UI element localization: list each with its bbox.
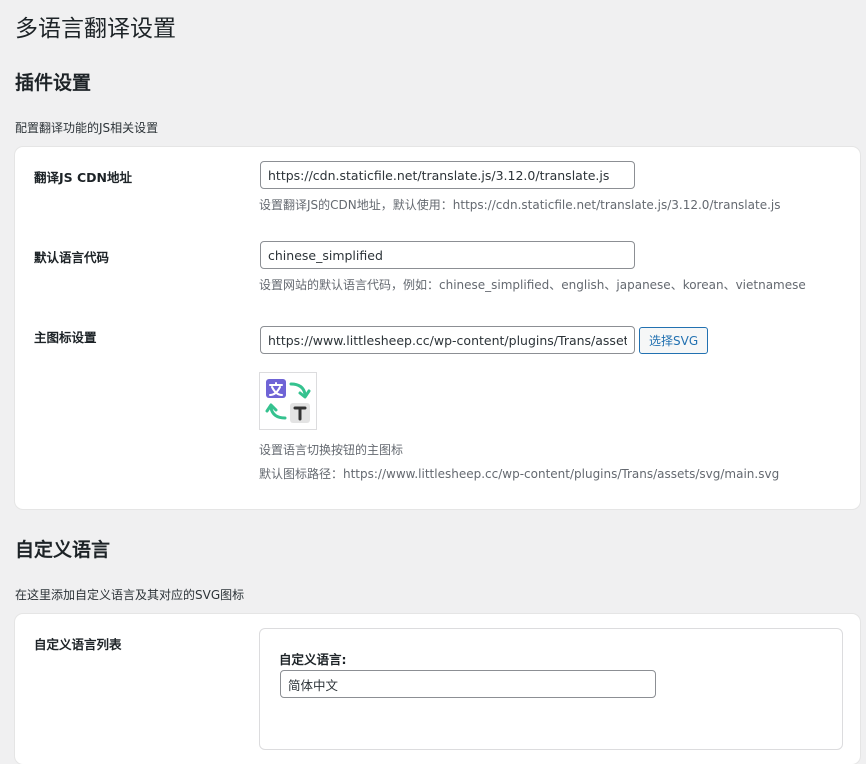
main-icon-label: 主图标设置 [34, 330, 97, 345]
cdn-url-input[interactable] [260, 161, 635, 189]
custom-languages-description: 在这里添加自定义语言及其对应的SVG图标 [15, 588, 245, 602]
main-icon-help-text: 设置语言切换按钮的主图标 [259, 443, 404, 457]
select-svg-button[interactable]: 选择SVG [639, 327, 709, 354]
default-icon-path-text: 默认图标路径：https://www.littlesheep.cc/wp-con… [259, 467, 780, 481]
custom-language-name-label: 自定义语言: [279, 652, 347, 667]
main-icon-url-input[interactable] [260, 326, 635, 354]
plugin-settings-card: 翻译JS CDN地址 设置翻译JS的CDN地址，默认使用：https://cdn… [15, 147, 860, 509]
default-language-help-text: 设置网站的默认语言代码，例如：chinese_simplified、englis… [259, 278, 806, 292]
translate-icon [265, 379, 311, 423]
page-title: 多语言翻译设置 [15, 16, 176, 42]
custom-language-list-label: 自定义语言列表 [34, 637, 122, 652]
custom-language-name-input[interactable] [280, 670, 656, 698]
main-icon-preview [259, 372, 317, 430]
plugin-settings-description: 配置翻译功能的JS相关设置 [15, 121, 159, 135]
custom-languages-card: 自定义语言列表 自定义语言: [15, 614, 860, 764]
default-language-label: 默认语言代码 [34, 250, 110, 265]
default-language-input[interactable] [260, 241, 635, 269]
cdn-help-text: 设置翻译JS的CDN地址，默认使用：https://cdn.staticfile… [259, 198, 781, 212]
custom-languages-title: 自定义语言 [15, 539, 111, 561]
plugin-settings-title: 插件设置 [15, 72, 92, 94]
cdn-label: 翻译JS CDN地址 [34, 170, 133, 185]
custom-language-item: 自定义语言: [259, 628, 843, 750]
